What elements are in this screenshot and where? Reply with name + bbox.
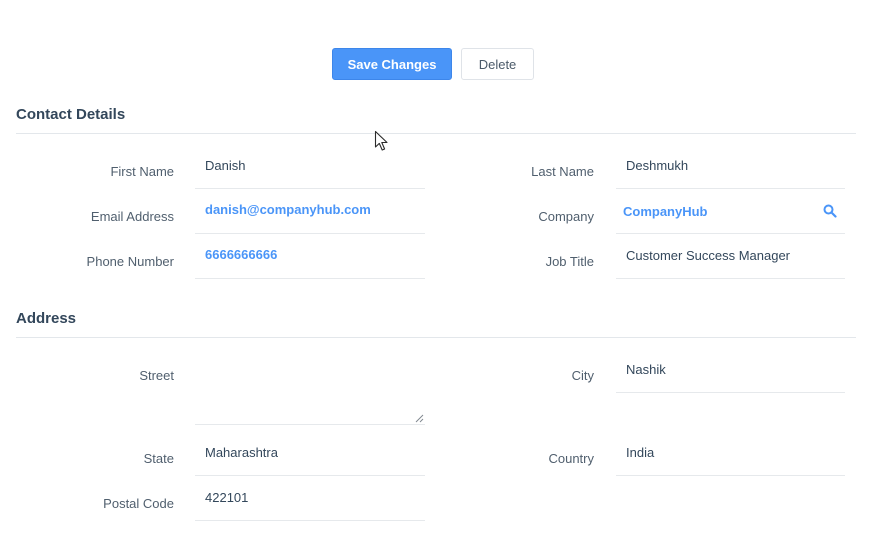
last-name-field[interactable]: Deshmukh: [616, 145, 845, 189]
postal-code-value: 422101: [205, 490, 249, 505]
search-icon[interactable]: [823, 204, 837, 218]
country-label: Country: [548, 451, 594, 466]
last-name-value: Deshmukh: [626, 158, 689, 173]
company-field[interactable]: CompanyHub: [616, 190, 845, 234]
company-link[interactable]: CompanyHub: [623, 204, 708, 219]
job-title-value: Customer Success Manager: [626, 248, 791, 263]
delete-button[interactable]: Delete: [461, 48, 534, 80]
city-value: Nashik: [626, 362, 666, 377]
state-field[interactable]: Maharashtra: [195, 432, 425, 476]
first-name-label: First Name: [110, 164, 174, 179]
resize-handle-icon[interactable]: [415, 414, 424, 423]
mouse-cursor-icon: [374, 130, 388, 151]
postal-code-label: Postal Code: [103, 496, 174, 511]
job-title-field[interactable]: Customer Success Manager: [616, 235, 845, 279]
street-textarea[interactable]: [195, 356, 425, 425]
city-label: City: [571, 368, 594, 383]
city-field[interactable]: Nashik: [616, 349, 845, 393]
first-name-value: Danish: [205, 158, 246, 173]
postal-code-field[interactable]: 422101: [195, 477, 425, 521]
country-field[interactable]: India: [616, 432, 845, 476]
email-label: Email Address: [90, 209, 174, 224]
state-value: Maharashtra: [205, 445, 278, 460]
section-title-contact-details: Contact Details: [16, 106, 126, 123]
save-changes-button[interactable]: Save Changes: [332, 48, 452, 80]
email-field[interactable]: danish@companyhub.com: [195, 190, 425, 234]
section-divider: [16, 337, 856, 338]
company-label: Company: [538, 209, 594, 224]
section-title-address: Address: [16, 310, 77, 327]
form-toolbar: Save Changes Delete: [0, 48, 881, 80]
job-title-label: Job Title: [545, 254, 594, 269]
street-label: Street: [139, 368, 174, 383]
phone-number-label: Phone Number: [86, 254, 174, 269]
first-name-field[interactable]: Danish: [195, 145, 425, 189]
phone-number-field[interactable]: 6666666666: [195, 235, 425, 279]
section-divider: [16, 133, 856, 134]
email-link[interactable]: danish@companyhub.com: [205, 202, 371, 217]
phone-number-link[interactable]: 6666666666: [205, 247, 277, 262]
state-label: State: [143, 451, 174, 466]
country-value: India: [626, 445, 655, 460]
last-name-label: Last Name: [531, 164, 594, 179]
